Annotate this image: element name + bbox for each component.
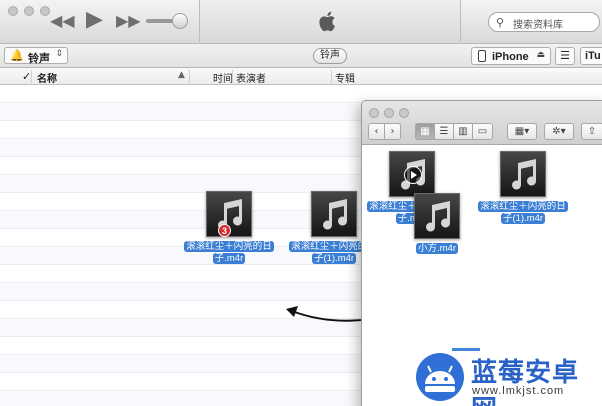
search-field[interactable]: ⚲ 搜索资料库 — [488, 12, 600, 32]
file-name-label: 小方.m4r — [415, 243, 458, 254]
player-bar: ◀◀ ▶ ▶▶ ⚲ 搜索资料库 — [0, 0, 602, 44]
window-close-button[interactable] — [8, 6, 18, 16]
itunes-store-button[interactable]: iTu — [580, 47, 602, 65]
window-zoom-button[interactable] — [40, 6, 50, 16]
fast-forward-icon[interactable]: ▶▶ — [116, 11, 141, 30]
arrange-menu-icon[interactable]: ▦▾ — [507, 123, 537, 140]
music-file-icon: 3 — [206, 191, 252, 237]
android-mascot-logo-icon — [416, 353, 464, 401]
finder-file[interactable]: 滚滚红尘＋闪亮的日子(1).m4r — [475, 151, 571, 225]
sort-up-icon: ▲ — [178, 70, 185, 80]
rewind-icon[interactable]: ◀◀ — [50, 11, 75, 30]
checkbox-column-header[interactable]: ✓ — [22, 70, 31, 83]
window-minimize-button[interactable] — [24, 6, 34, 16]
music-file-icon — [500, 151, 546, 197]
cover-flow-icon[interactable]: ▭ — [472, 123, 493, 140]
column-header: ✓ 名称 ▲ 时间 表演者 专辑 — [0, 68, 602, 85]
icon-view-icon[interactable]: ▦ — [415, 123, 435, 140]
finder-minimize-button[interactable] — [384, 108, 394, 118]
bell-icon: 🔔 — [10, 49, 24, 62]
iphone-icon — [478, 50, 486, 62]
finder-file[interactable]: 小方.m4r — [389, 193, 485, 255]
apple-logo-icon — [319, 11, 335, 32]
library-selector-label: 铃声 — [28, 53, 50, 65]
watermark-title: 蓝莓安卓网 — [471, 358, 580, 406]
play-preview-icon[interactable] — [404, 166, 422, 184]
file-name-label: 滚滚红尘＋闪亮的日子.m4r — [184, 241, 274, 264]
search-icon: ⚲ — [496, 16, 505, 29]
forward-arrow-icon[interactable]: › — [384, 123, 401, 140]
share-icon[interactable]: ⇧ — [581, 123, 602, 140]
eject-icon[interactable]: ⏏ — [536, 50, 545, 60]
gear-icon[interactable]: ✲▾ — [544, 123, 574, 140]
watermark-url: www.lmkjst.com — [472, 385, 565, 397]
library-toolbar: 🔔 铃声 ⇕ 铃声 iPhone ⏏ ☰ iTu — [0, 44, 602, 68]
music-file-icon — [414, 193, 460, 239]
music-file-icon — [311, 191, 357, 237]
album-column-header[interactable]: 专辑 — [335, 70, 355, 85]
list-view-icon[interactable]: ☰ — [434, 123, 454, 140]
updown-arrows-icon: ⇕ — [55, 49, 63, 59]
music-file-icon — [389, 151, 435, 197]
file-name-label: 滚滚红尘＋闪亮的日子(1).m4r — [478, 201, 568, 224]
column-view-icon[interactable]: ▥ — [453, 123, 473, 140]
device-label: iPhone — [492, 51, 529, 63]
volume-knob[interactable] — [172, 13, 188, 29]
file-count-badge: 3 — [218, 224, 231, 237]
time-column-header[interactable]: 时间 — [213, 70, 233, 85]
device-button[interactable]: iPhone ⏏ — [471, 47, 551, 65]
dragged-file[interactable]: 3 滚滚红尘＋闪亮的日子.m4r — [181, 191, 277, 265]
search-placeholder: 搜索资料库 — [513, 20, 563, 31]
finder-zoom-button[interactable] — [399, 108, 409, 118]
name-column-header[interactable]: 名称 — [37, 70, 57, 85]
tab-ringtones[interactable]: 铃声 — [313, 48, 347, 64]
play-icon[interactable]: ▶ — [86, 7, 103, 32]
list-menu-icon[interactable]: ☰ — [555, 47, 575, 65]
artist-column-header[interactable]: 表演者 — [236, 70, 266, 85]
finder-toolbar: ‹ › ▦ ☰ ▥ ▭ ▦▾ ✲▾ ⇧ — [362, 101, 602, 145]
library-selector[interactable]: 🔔 铃声 ⇕ — [4, 47, 68, 65]
back-arrow-icon[interactable]: ‹ — [368, 123, 385, 140]
finder-close-button[interactable] — [369, 108, 379, 118]
watermark: 蓝莓安卓网 www.lmkjst.com — [414, 350, 602, 406]
